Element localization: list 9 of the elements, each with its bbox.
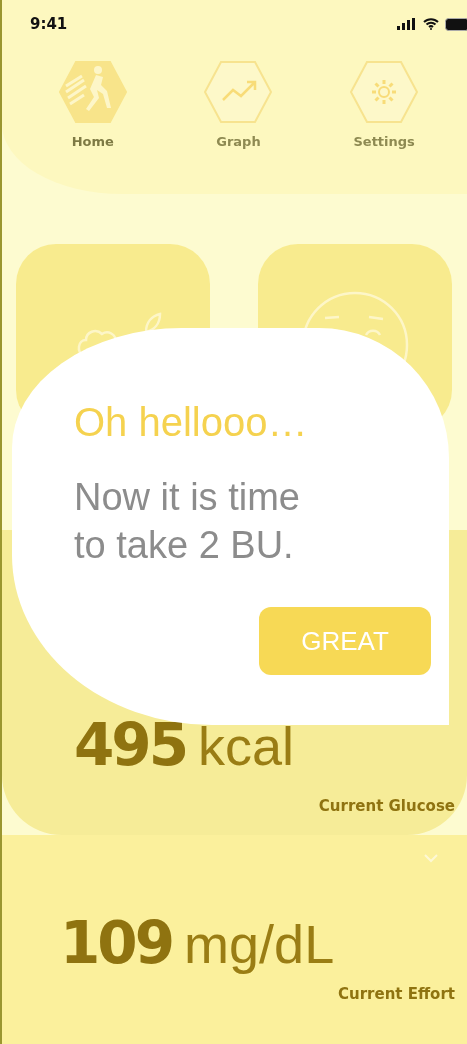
reading-value: 109	[60, 909, 173, 977]
reading-label: Current Glucose	[318, 797, 455, 815]
reading-unit: kcal	[198, 715, 295, 777]
dialog-message: Now it is time to take 2 BU.	[74, 475, 301, 568]
reading-label: Current Effort	[338, 985, 455, 1003]
status-time: 9:41	[30, 15, 68, 33]
reading-value: 495	[74, 711, 187, 779]
dialog-title: Oh hellooo…	[74, 400, 309, 445]
reading-unit: mg/dL	[184, 913, 335, 975]
